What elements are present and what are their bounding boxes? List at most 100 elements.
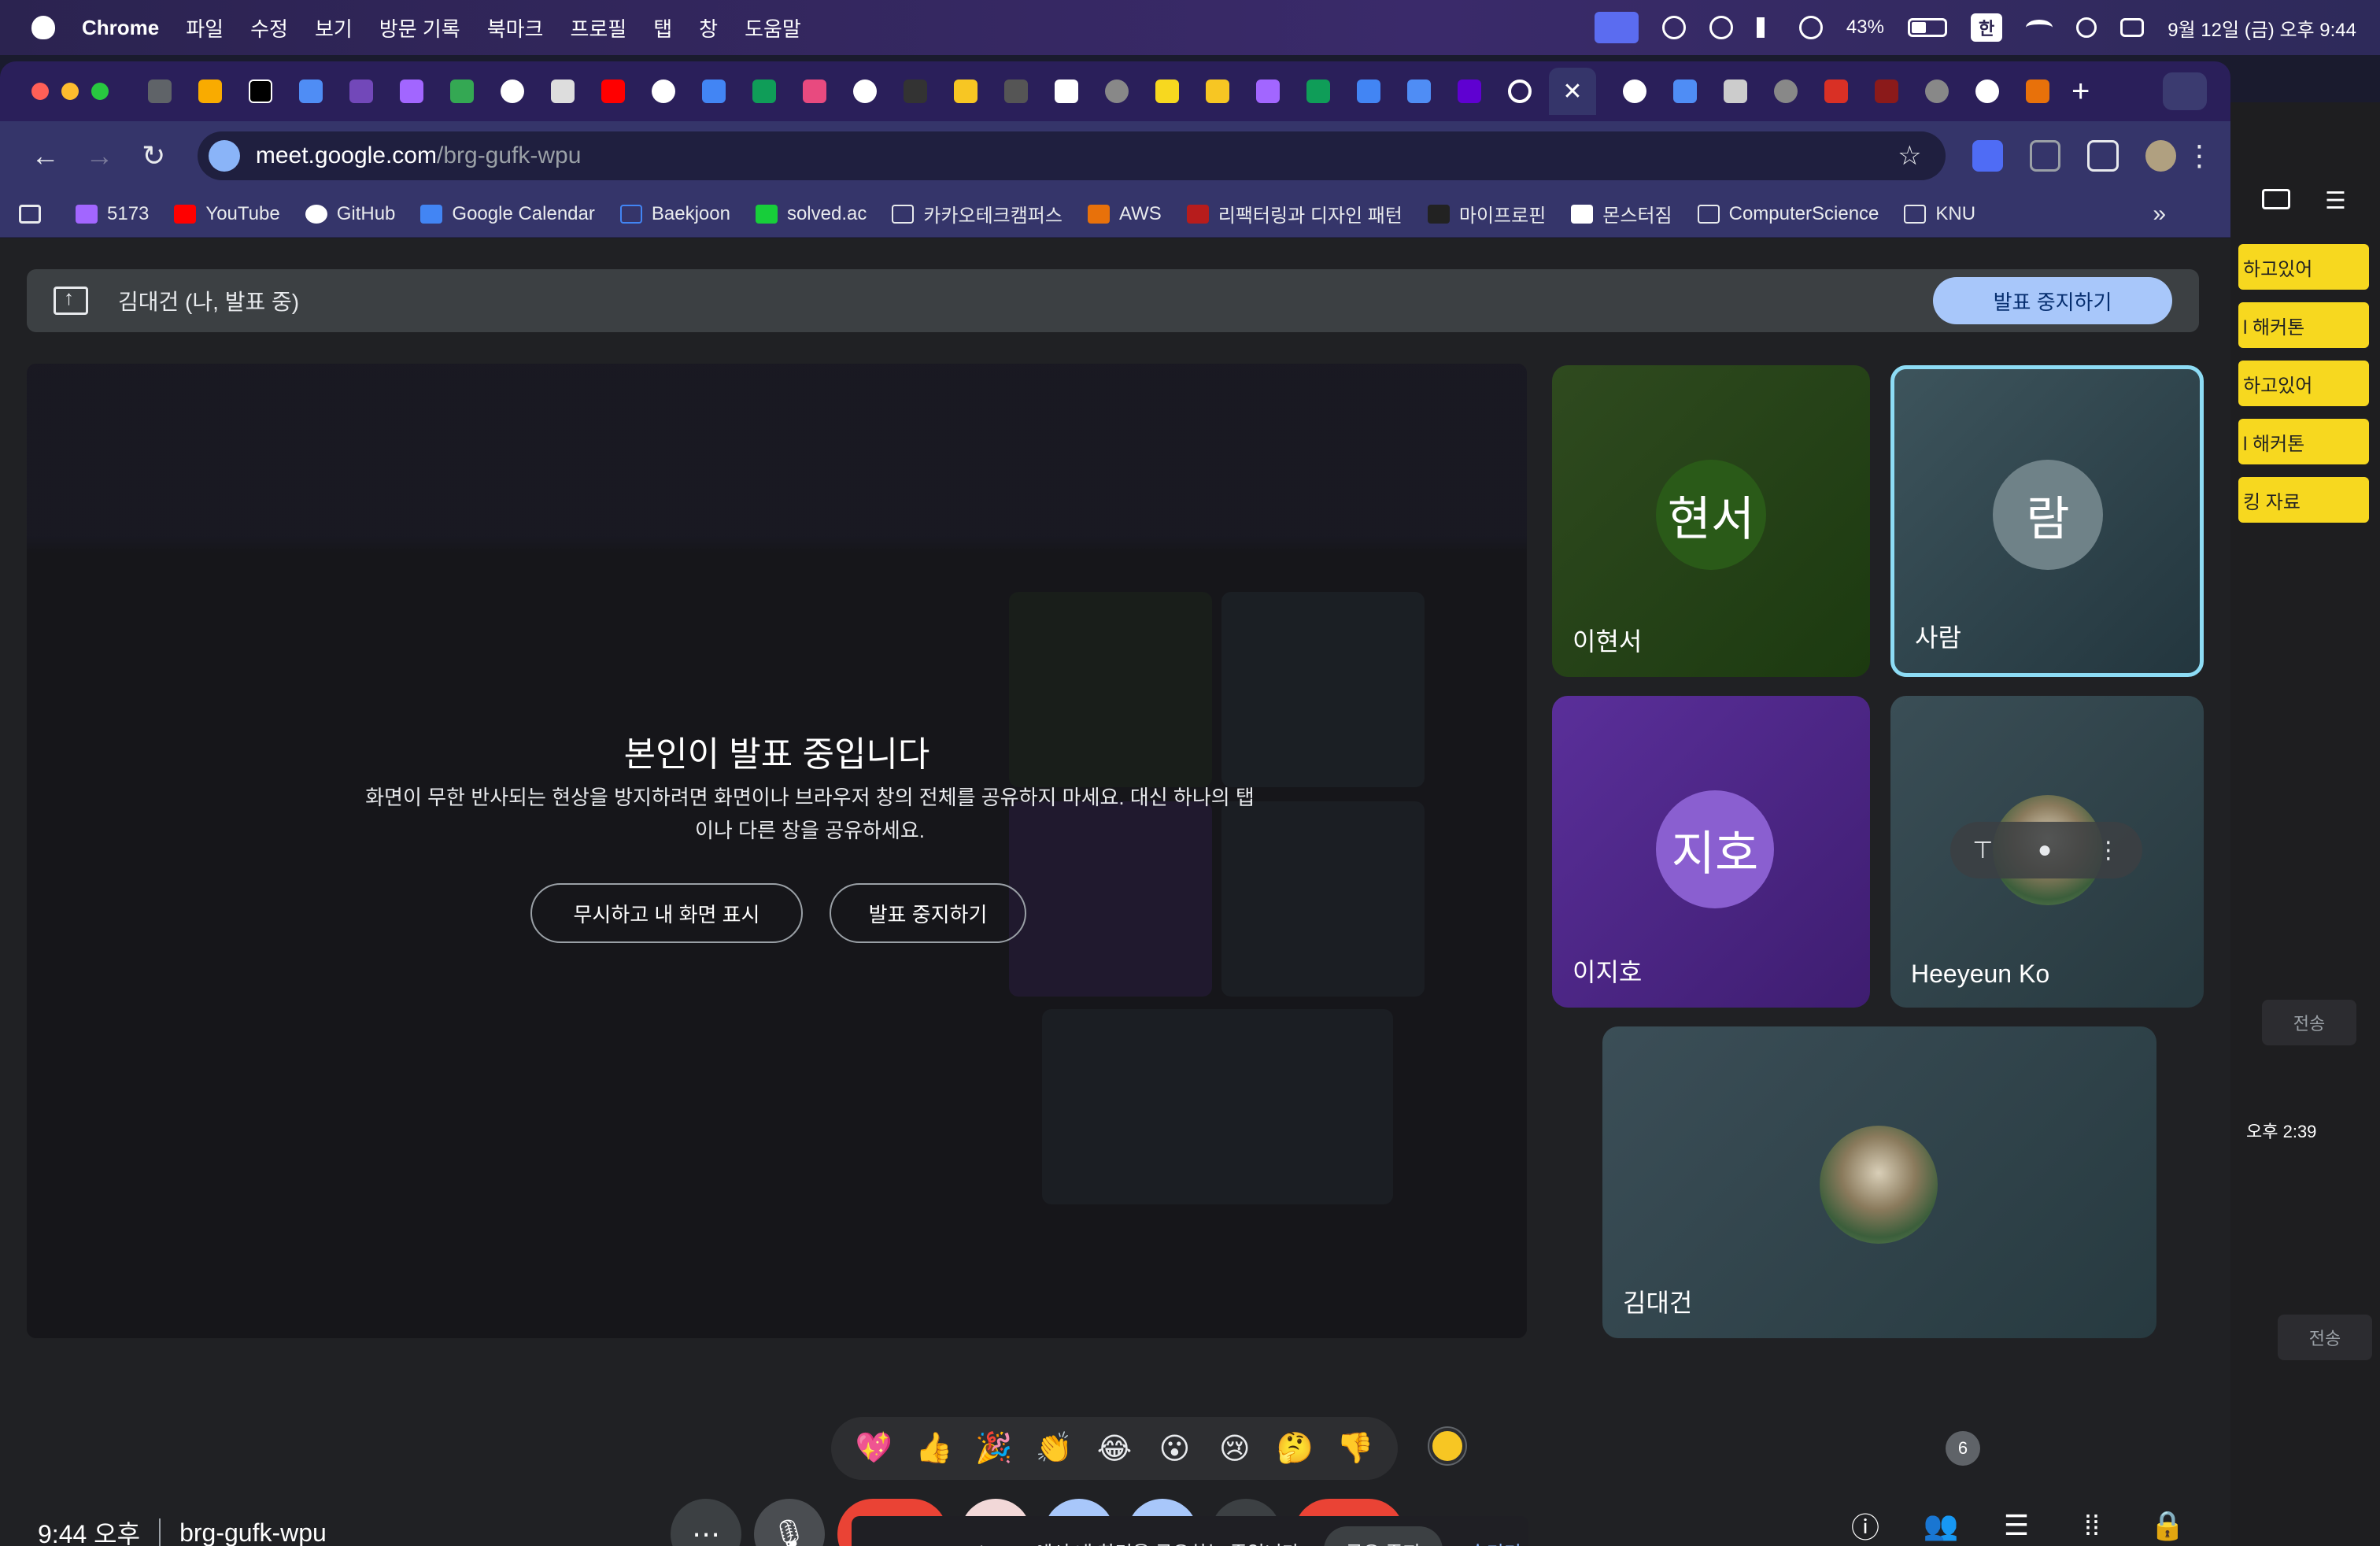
overlay-stop-presenting-button[interactable]: 발표 중지하기 — [830, 883, 1026, 943]
tab-yellow-icon[interactable] — [1155, 80, 1179, 103]
host-controls-lock-icon[interactable]: 🔒 — [2149, 1507, 2186, 1544]
meeting-details-icon[interactable]: ⓘ — [1846, 1507, 1884, 1544]
participant-tile[interactable]: 지호 이지호 — [1552, 696, 1870, 1008]
apple-icon[interactable] — [31, 16, 55, 39]
menu-profiles[interactable]: 프로필 — [570, 13, 626, 43]
tab-gemini-icon[interactable] — [299, 80, 323, 103]
participant-tile[interactable]: 람 사람 — [1890, 365, 2204, 677]
menu-icon[interactable]: ☰ — [2325, 187, 2346, 215]
menu-edit[interactable]: 수정 — [250, 13, 288, 43]
tab-gemini-icon-2[interactable] — [1407, 80, 1431, 103]
mic-icon[interactable]: ● — [2038, 837, 2052, 864]
minimize-window-button[interactable] — [61, 83, 79, 100]
chat-note[interactable]: 하고있어 — [2238, 361, 2369, 406]
bookmark-youtube[interactable]: YouTube — [174, 203, 280, 225]
tab-monster-icon[interactable] — [249, 80, 272, 103]
reaction-sparkling-heart[interactable]: 💖 — [854, 1429, 893, 1468]
reload-icon[interactable]: ↻ — [131, 139, 177, 172]
reaction-thumbs-down[interactable]: 👎 — [1336, 1429, 1375, 1468]
tab-github-icon-4[interactable] — [1975, 80, 1999, 103]
pin-icon[interactable]: ⊤ — [1972, 837, 1993, 864]
tab-globe-icon[interactable] — [1105, 80, 1129, 103]
tab-yahoo-icon[interactable] — [1458, 80, 1481, 103]
video-icon[interactable] — [2262, 189, 2290, 209]
address-bar[interactable]: meet.google.com /brg-gufk-wpu ☆ — [197, 131, 1946, 180]
menu-window[interactable]: 창 — [699, 13, 718, 43]
reaction-thinking[interactable]: 🤔 — [1275, 1429, 1314, 1468]
active-tab-close-button[interactable]: ✕ — [1549, 68, 1596, 115]
tab-github-icon[interactable] — [501, 80, 524, 103]
tab-red-icon[interactable] — [1875, 80, 1898, 103]
bookmark-kakao-tech-campus[interactable]: 카카오테크캠퍼스 — [892, 200, 1062, 227]
volume-icon[interactable] — [1756, 17, 1776, 38]
site-mic-indicator-icon[interactable] — [208, 140, 240, 172]
tab-vite-icon[interactable] — [400, 80, 423, 103]
activities-grid-icon[interactable]: ⁞⁞ — [2073, 1507, 2111, 1544]
tab-b-icon[interactable] — [1206, 80, 1229, 103]
tab-notion-icon[interactable] — [1055, 80, 1078, 103]
menu-help[interactable]: 도움말 — [745, 13, 801, 43]
skin-tone-selector[interactable] — [1429, 1428, 1465, 1464]
extensions-puzzle-icon[interactable] — [2087, 140, 2119, 172]
tab-vite-icon-2[interactable] — [1256, 80, 1280, 103]
chat-note[interactable]: 하고있어 — [2238, 244, 2369, 290]
microphone-button[interactable]: 🎙 — [754, 1499, 825, 1546]
more-menu-icon[interactable]: ⋮ — [2176, 139, 2223, 172]
chat-note[interactable]: 킹 자료 — [2238, 477, 2369, 523]
menu-tab[interactable]: 탭 — [653, 13, 672, 43]
bookmark-google-calendar[interactable]: Google Calendar — [420, 203, 595, 225]
play-icon[interactable] — [1798, 16, 1823, 39]
close-window-button[interactable] — [31, 83, 49, 100]
chat-icon[interactable]: ☰ — [1998, 1507, 2035, 1544]
bookmark-monstergym[interactable]: 몬스터짐 — [1571, 200, 1672, 227]
bookmark-solved-ac[interactable]: solved.ac — [755, 203, 867, 225]
reaction-surprised[interactable]: 😮 — [1155, 1429, 1194, 1468]
reaction-crying[interactable]: 😢 — [1215, 1429, 1255, 1468]
tab-loading-icon[interactable] — [1508, 80, 1532, 103]
tab-db-icon[interactable] — [1824, 80, 1848, 103]
bookmark-baekjoon[interactable]: Baekjoon — [619, 203, 730, 225]
bookmarks-overflow-icon[interactable]: » — [2153, 201, 2166, 227]
tab-github-icon-2[interactable] — [853, 80, 877, 103]
stop-sharing-button[interactable]: 공유 중지 — [1323, 1526, 1443, 1546]
control-center-icon[interactable] — [2120, 18, 2145, 37]
people-icon[interactable]: 👥 — [1922, 1507, 1960, 1544]
chat-bubble-icon[interactable] — [1709, 16, 1733, 39]
bookmark-knu[interactable]: KNU — [1904, 203, 1975, 225]
tab-globe-icon-2[interactable] — [1774, 80, 1798, 103]
send-button-2[interactable]: 전송 — [2278, 1315, 2372, 1360]
tab-analytics-icon[interactable] — [198, 80, 222, 103]
tab-grid-icon[interactable] — [1724, 80, 1747, 103]
new-tab-plus-icon[interactable]: + — [2071, 74, 2090, 109]
tab-gemini-icon-3[interactable] — [1673, 80, 1697, 103]
bookmark-computer-science[interactable]: ComputerScience — [1697, 203, 1879, 225]
tab-bird-icon[interactable] — [904, 80, 927, 103]
stop-presenting-button[interactable]: 발표 중지하기 — [1933, 277, 2172, 324]
tab-kim-icon[interactable] — [2026, 80, 2049, 103]
tab-calendar-icon[interactable] — [148, 80, 172, 103]
send-button[interactable]: 전송 — [2262, 1000, 2356, 1045]
reaction-party-popper[interactable]: 🎉 — [974, 1429, 1014, 1468]
menu-view[interactable]: 보기 — [315, 13, 353, 43]
bookmark-refactoring[interactable]: 리팩터링과 디자인 패턴 — [1186, 200, 1402, 227]
compass-icon[interactable] — [1661, 16, 1686, 39]
chat-note[interactable]: l 해커톤 — [2238, 419, 2369, 464]
tab-dice-icon[interactable] — [551, 80, 575, 103]
tab-sheets-icon-2[interactable] — [1306, 80, 1330, 103]
chat-note[interactable]: l 해커톤 — [2238, 302, 2369, 348]
menu-history[interactable]: 방문 기록 — [379, 13, 460, 43]
apps-grid-icon[interactable] — [19, 204, 50, 224]
tab-forms-icon[interactable] — [349, 80, 373, 103]
zoom-window-button[interactable] — [91, 83, 109, 100]
reaction-clapping[interactable]: 👏 — [1035, 1429, 1074, 1468]
tab-k-icon[interactable] — [954, 80, 978, 103]
profile-avatar[interactable] — [2145, 140, 2177, 172]
menu-app-name[interactable]: Chrome — [82, 16, 159, 40]
wifi-icon[interactable] — [2026, 20, 2053, 35]
ignore-show-screen-button[interactable]: 무시하고 내 화면 표시 — [530, 883, 803, 943]
tab-globe-icon-3[interactable] — [1925, 80, 1949, 103]
back-arrow-icon[interactable]: ← — [22, 139, 68, 172]
tab-calendar-icon-2[interactable] — [1357, 80, 1380, 103]
menubar-clock[interactable]: 9월 12일 (금) 오후 9:44 — [2168, 14, 2356, 42]
hide-notice-link[interactable]: 숨기기 — [1469, 1537, 1521, 1546]
